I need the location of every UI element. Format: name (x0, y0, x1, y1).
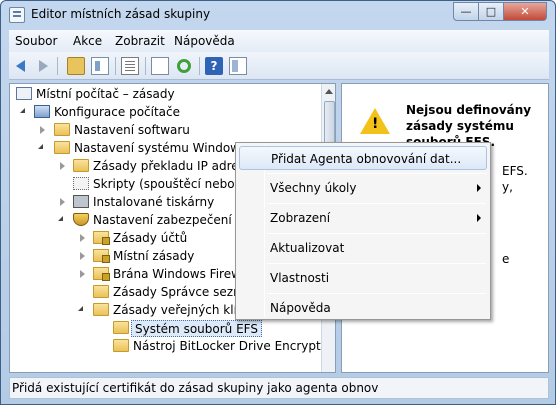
tree-node-label: Instalované tiskárny (93, 195, 215, 209)
menu-item-view[interactable]: Zobrazení (239, 206, 487, 230)
submenu-arrow-icon (477, 214, 481, 222)
toolbar-separator (57, 57, 58, 75)
tree-node-label: Konfigurace počítače (54, 105, 181, 119)
tree-node-label: Nastavení zabezpečení (93, 213, 232, 227)
tree-node-label: Zásady veřejných klíčů (113, 303, 252, 317)
tree-node-label: Systém souborů EFS (131, 320, 262, 337)
details-text: e (502, 252, 510, 266)
help-icon[interactable]: ? (205, 57, 223, 75)
window-title: Editor místních zásad skupiny (31, 7, 211, 21)
menu-bar: Soubor Akce Zobrazit Nápověda (9, 30, 549, 52)
menu-soubor[interactable]: Soubor (15, 34, 57, 48)
folder-icon (73, 159, 89, 172)
scripts-icon (73, 177, 89, 190)
folder-icon (54, 123, 70, 136)
menu-item-properties[interactable]: Vlastnosti (239, 266, 487, 290)
folder-icon (54, 141, 70, 154)
up-folder-icon[interactable] (67, 57, 85, 75)
details-text: EFS. (502, 164, 528, 178)
toolbar-separator (145, 57, 146, 75)
tree-node-label: Nástroj BitLocker Drive Encryption (133, 339, 336, 353)
expanded-arrow-icon[interactable] (58, 216, 63, 221)
collapsed-arrow-icon[interactable] (60, 162, 65, 170)
expanded-arrow-icon[interactable] (20, 108, 25, 113)
refresh-icon[interactable] (177, 59, 191, 73)
status-bar: Přidá existující certifikát do zásad sku… (9, 377, 549, 399)
collapsed-arrow-icon[interactable] (80, 234, 85, 242)
tree-node-label: Zásady účtů (113, 231, 188, 245)
folder-lock-icon (93, 249, 110, 263)
app-icon (9, 7, 25, 23)
close-button[interactable]: ✕ (503, 2, 547, 21)
warning-mark: ! (372, 116, 379, 132)
folder-icon (113, 339, 129, 352)
menu-separator (267, 173, 486, 174)
menu-item-add-recovery-agent[interactable]: Přidat Agenta obnovování dat... (239, 146, 487, 170)
title-bar[interactable]: Editor místních zásad skupiny — □ ✕ (1, 1, 555, 29)
export-list-icon[interactable] (151, 57, 169, 75)
properties-icon[interactable] (121, 57, 139, 75)
computer-icon (34, 105, 50, 118)
menu-gutter (264, 145, 265, 317)
submenu-arrow-icon (477, 184, 481, 192)
printer-icon (73, 195, 89, 208)
back-icon[interactable] (13, 57, 31, 75)
menu-item-label: Aktualizovat (270, 241, 345, 255)
context-menu: Přidat Agenta obnovování dat... Všechny … (235, 142, 491, 320)
tree-node-label: Místní počítač – zásady (36, 87, 175, 101)
policy-root-icon (16, 87, 32, 100)
menu-item-help[interactable]: Nápověda (239, 296, 487, 320)
tree-node-label: Nastavení systému Windows (74, 141, 247, 155)
details-text: y, (502, 180, 513, 194)
tree-node-label: Brána Windows Firewall (113, 267, 255, 281)
menu-item-all-tasks[interactable]: Všechny úkoly (239, 176, 487, 200)
menu-separator (267, 293, 486, 294)
menu-item-label: Nápověda (270, 301, 331, 315)
menu-separator (267, 203, 486, 204)
folder-lock-icon (93, 231, 110, 245)
expanded-arrow-icon[interactable] (78, 306, 83, 311)
menu-napoveda[interactable]: Nápověda (174, 34, 235, 48)
minimize-button[interactable]: — (453, 2, 479, 21)
collapsed-arrow-icon[interactable] (60, 198, 65, 206)
menu-item-refresh[interactable]: Aktualizovat (239, 236, 487, 260)
menu-separator (267, 263, 486, 264)
collapsed-arrow-icon[interactable] (80, 270, 85, 278)
tree-node-label: Místní zásady (113, 249, 195, 263)
toolbar-separator (199, 57, 200, 75)
menu-item-label: Vlastnosti (270, 271, 330, 285)
expanded-arrow-icon[interactable] (38, 144, 43, 149)
tree-node-label: Nastavení softwaru (74, 123, 190, 137)
forward-icon[interactable] (33, 57, 51, 75)
show-tree-icon[interactable] (91, 57, 109, 75)
toolbar-separator (115, 57, 116, 75)
security-icon (73, 213, 89, 226)
menu-item-label: Zobrazení (270, 211, 331, 225)
menu-item-label: Přidat Agenta obnovování dat... (271, 152, 462, 166)
folder-icon (93, 303, 109, 316)
menu-akce[interactable]: Akce (73, 34, 102, 48)
collapsed-arrow-icon[interactable] (80, 252, 85, 260)
menu-zobrazit[interactable]: Zobrazit (115, 34, 165, 48)
folder-icon (113, 321, 129, 334)
menu-item-label: Všechny úkoly (270, 181, 357, 195)
menu-separator (267, 233, 486, 234)
maximize-button[interactable]: □ (478, 2, 504, 21)
tree-node-label: Zásady překladu IP adres (93, 159, 245, 173)
status-text: Přidá existující certifikát do zásad sku… (12, 381, 379, 395)
action-pane-icon[interactable] (229, 57, 247, 75)
scroll-up-icon[interactable] (325, 89, 333, 94)
toolbar: ? (9, 52, 549, 80)
folder-lock-icon (93, 267, 110, 281)
collapsed-arrow-icon[interactable] (40, 126, 45, 134)
folder-icon (93, 285, 109, 298)
